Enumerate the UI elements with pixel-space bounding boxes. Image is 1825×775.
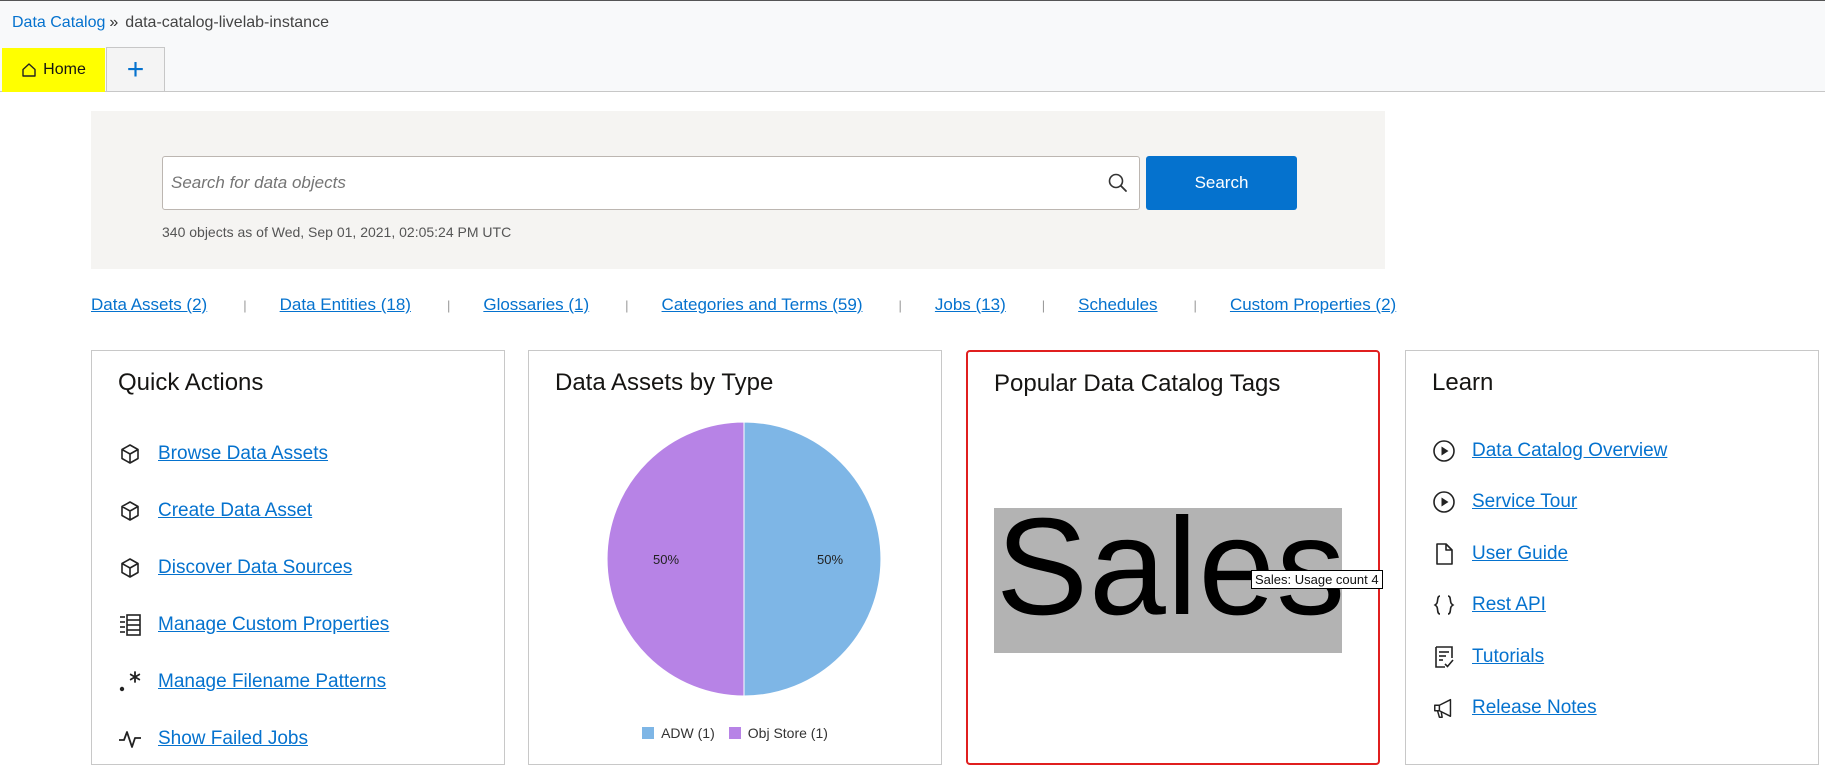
search-button[interactable]: Search [1146, 156, 1297, 210]
pulse-icon [118, 727, 142, 751]
custom-properties-link[interactable]: Custom Properties (2) [1230, 295, 1396, 315]
pie-chart: 50% 50% [606, 421, 882, 702]
data-assets-by-type-title: Data Assets by Type [555, 369, 774, 396]
learn-item: Release Notes [1432, 683, 1667, 735]
play-circle-icon [1432, 490, 1456, 514]
object-count-text: 340 objects as of Wed, Sep 01, 2021, 02:… [162, 224, 512, 240]
data-assets-by-type-card: Data Assets by Type 50% 50% ADW (1) Obj … [528, 350, 942, 765]
link-divider: | [898, 297, 902, 313]
legend-swatch-obj-store [728, 727, 741, 739]
document-icon [1432, 542, 1456, 566]
play-circle-icon [1432, 439, 1456, 463]
cube-icon [118, 442, 142, 466]
regex-icon [118, 670, 142, 694]
quick-action-item: Manage Custom Properties [118, 596, 389, 653]
learn-list: Data Catalog Overview Service Tour User … [1432, 425, 1667, 734]
link-divider: | [1193, 297, 1197, 313]
manage-filename-patterns-link[interactable]: Manage Filename Patterns [158, 671, 386, 693]
quick-action-item: Manage Filename Patterns [118, 653, 389, 710]
manage-custom-properties-link[interactable]: Manage Custom Properties [158, 614, 389, 636]
jobs-link[interactable]: Jobs (13) [935, 295, 1006, 315]
learn-item: Rest API [1432, 580, 1667, 632]
search-box [162, 156, 1140, 210]
rest-api-link[interactable]: Rest API [1472, 594, 1546, 616]
summary-links: Data Assets (2) | Data Entities (18) | G… [91, 293, 1396, 317]
show-failed-jobs-link[interactable]: Show Failed Jobs [158, 728, 308, 750]
learn-item: User Guide [1432, 528, 1667, 580]
megaphone-icon [1432, 696, 1456, 720]
tab-home[interactable]: Home [2, 48, 105, 92]
quick-action-item: Show Failed Jobs [118, 710, 389, 767]
learn-title: Learn [1432, 369, 1494, 396]
tag-tooltip: Sales: Usage count 4 [1251, 570, 1383, 589]
quick-action-item: Browse Data Assets [118, 425, 389, 482]
search-icon[interactable] [1107, 172, 1129, 194]
legend-item-obj-store[interactable]: Obj Store (1) [728, 725, 828, 741]
release-notes-link[interactable]: Release Notes [1472, 697, 1597, 719]
list-icon [118, 613, 142, 637]
cube-icon [118, 499, 142, 523]
quick-actions-title: Quick Actions [118, 369, 264, 396]
search-input[interactable] [163, 157, 1093, 209]
service-tour-link[interactable]: Service Tour [1472, 491, 1577, 513]
link-divider: | [1041, 297, 1046, 313]
learn-card: Learn Data Catalog Overview Service Tour… [1405, 350, 1819, 765]
quick-action-item: Discover Data Sources [118, 539, 389, 596]
breadcrumb: Data Catalog» data-catalog-livelab-instan… [12, 14, 329, 32]
legend-swatch-adw [642, 727, 655, 739]
schedules-link[interactable]: Schedules [1078, 295, 1157, 315]
learn-item: Service Tour [1432, 477, 1667, 529]
quick-actions-list: Browse Data Assets Create Data Asset Dis… [118, 425, 389, 767]
glossaries-link[interactable]: Glossaries (1) [483, 295, 589, 315]
popular-tags-card: Popular Data Catalog Tags Sales Sales: U… [966, 350, 1383, 765]
learn-item: Tutorials [1432, 631, 1667, 683]
pie-slice-label-left: 50% [653, 552, 679, 567]
data-catalog-overview-link[interactable]: Data Catalog Overview [1472, 440, 1667, 462]
quick-actions-card: Quick Actions Browse Data Assets Create … [91, 350, 505, 765]
checklist-icon [1432, 645, 1456, 669]
breadcrumb-separator: » [109, 14, 119, 31]
data-entities-link[interactable]: Data Entities (18) [280, 295, 411, 315]
data-assets-link[interactable]: Data Assets (2) [91, 295, 207, 315]
pie-legend: ADW (1) Obj Store (1) [529, 725, 941, 741]
popular-tags-title: Popular Data Catalog Tags [994, 370, 1281, 397]
discover-data-sources-link[interactable]: Discover Data Sources [158, 557, 352, 579]
top-bar: Data Catalog» data-catalog-livelab-instan… [0, 0, 1825, 92]
legend-label-adw: ADW (1) [661, 725, 715, 741]
link-divider: | [625, 297, 629, 313]
breadcrumb-root-link[interactable]: Data Catalog [12, 14, 105, 31]
braces-icon [1432, 593, 1456, 617]
home-icon [22, 63, 36, 77]
pie-slice-label-right: 50% [817, 552, 843, 567]
tutorials-link[interactable]: Tutorials [1472, 646, 1544, 668]
breadcrumb-current: data-catalog-livelab-instance [125, 14, 329, 31]
add-tab-button[interactable]: + [106, 47, 165, 91]
learn-item: Data Catalog Overview [1432, 425, 1667, 477]
legend-item-adw[interactable]: ADW (1) [642, 725, 715, 741]
search-panel: Search 340 objects as of Wed, Sep 01, 20… [91, 111, 1385, 269]
quick-action-item: Create Data Asset [118, 482, 389, 539]
pie-chart-svg: 50% 50% [606, 421, 882, 697]
legend-label-obj-store: Obj Store (1) [747, 725, 828, 741]
tab-home-label: Home [43, 61, 86, 78]
create-data-asset-link[interactable]: Create Data Asset [158, 500, 312, 522]
categories-and-terms-link[interactable]: Categories and Terms (59) [662, 295, 863, 315]
link-divider: | [243, 297, 247, 313]
pie-slice-adw[interactable] [743, 421, 882, 697]
browse-data-assets-link[interactable]: Browse Data Assets [158, 443, 328, 465]
cube-icon [118, 556, 142, 580]
link-divider: | [446, 297, 451, 313]
user-guide-link[interactable]: User Guide [1472, 543, 1568, 565]
